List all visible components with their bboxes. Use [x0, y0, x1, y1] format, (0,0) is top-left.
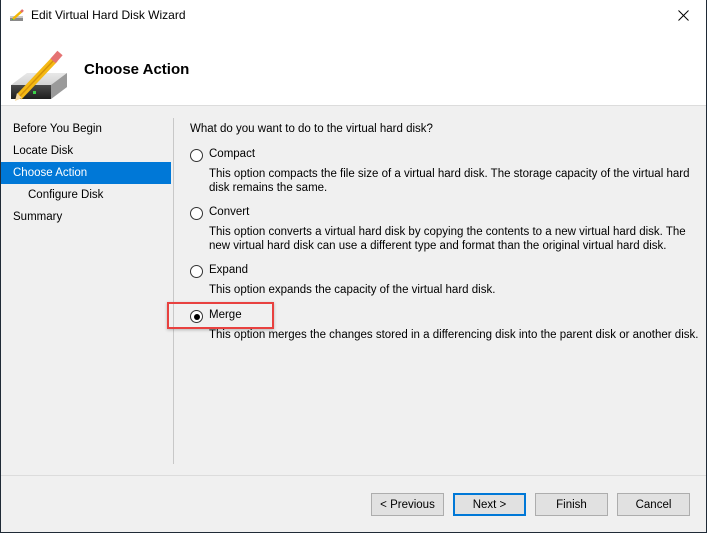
- window-title: Edit Virtual Hard Disk Wizard: [31, 8, 186, 22]
- cancel-button[interactable]: Cancel: [617, 493, 690, 516]
- merge-highlight-box: [167, 302, 274, 329]
- wizard-steps-nav: Before You Begin Locate Disk Choose Acti…: [1, 118, 171, 228]
- previous-button[interactable]: < Previous: [371, 493, 444, 516]
- disk-pencil-icon: [11, 50, 67, 101]
- close-icon: [677, 10, 689, 21]
- convert-label[interactable]: Convert: [209, 206, 249, 218]
- expand-description: This option expands the capacity of the …: [209, 284, 496, 296]
- title-bar: Edit Virtual Hard Disk Wizard: [1, 0, 706, 31]
- disk-pencil-icon: [10, 9, 24, 21]
- expand-radio[interactable]: [190, 265, 203, 278]
- question-label: What do you want to do to the virtual ha…: [190, 123, 433, 135]
- compact-radio[interactable]: [190, 149, 203, 162]
- nav-item-locate-disk[interactable]: Locate Disk: [1, 140, 171, 162]
- next-button[interactable]: Next >: [453, 493, 526, 516]
- page-title: Choose Action: [84, 61, 190, 78]
- wizard-header: Choose Action: [1, 31, 706, 106]
- convert-description: This option converts a virtual hard disk…: [209, 226, 686, 252]
- footer-divider: [1, 475, 706, 476]
- expand-label[interactable]: Expand: [209, 264, 248, 276]
- nav-item-choose-action[interactable]: Choose Action: [1, 162, 171, 184]
- nav-item-before-you-begin[interactable]: Before You Begin: [1, 118, 171, 140]
- wizard-window: Edit Virtual Hard Disk Wizard Choose Act…: [1, 0, 706, 532]
- nav-item-summary[interactable]: Summary: [1, 206, 171, 228]
- merge-description: This option merges the changes stored in…: [209, 329, 699, 341]
- vertical-divider: [173, 118, 174, 464]
- compact-label[interactable]: Compact: [209, 148, 255, 160]
- convert-radio[interactable]: [190, 207, 203, 220]
- compact-description: This option compacts the file size of a …: [209, 168, 690, 194]
- close-button[interactable]: [660, 0, 706, 31]
- nav-item-configure-disk[interactable]: Configure Disk: [1, 184, 171, 206]
- finish-button[interactable]: Finish: [535, 493, 608, 516]
